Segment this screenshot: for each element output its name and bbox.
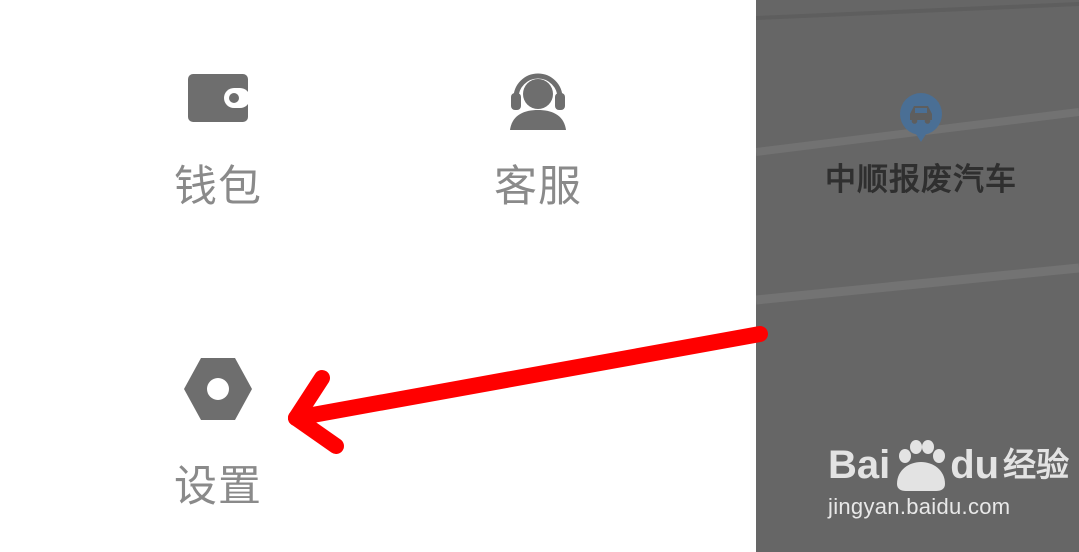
menu-item-settings[interactable]: 设置: [138, 356, 298, 512]
menu-item-customer-service[interactable]: 客服: [458, 66, 618, 212]
headset-icon: [510, 73, 566, 130]
car-location-pin-icon: [900, 93, 942, 142]
baidu-jingyan-watermark: Bai du 经验 jingyan.baidu.com: [828, 438, 1078, 520]
dimmed-map-overlay[interactable]: 中顺报废汽车 Bai du 经验 jingyan.baidu.com: [756, 0, 1079, 552]
wallet-icon: [188, 74, 250, 122]
watermark-brand-left: Bai: [828, 443, 891, 487]
settings-nut-icon: [184, 358, 252, 420]
map-poi-marker[interactable]: 中顺报废汽车: [816, 92, 1026, 199]
watermark-brand-right: du: [950, 443, 1000, 487]
app-screen: 钱包 客服 设置 中顺报废汽车 Bai du 经验 jingyan.baidu.…: [0, 0, 1079, 552]
baidu-paw-icon: [897, 440, 946, 491]
menu-label-customer-service: 客服: [494, 162, 582, 212]
watermark-product: 经验: [1003, 445, 1070, 484]
menu-label-settings: 设置: [174, 462, 262, 512]
poi-label: 中顺报废汽车: [825, 162, 1017, 198]
watermark-url: jingyan.baidu.com: [828, 494, 1011, 519]
menu-item-wallet[interactable]: 钱包: [138, 66, 298, 212]
side-drawer-menu: 钱包 客服 设置: [0, 0, 756, 552]
menu-label-wallet: 钱包: [174, 162, 262, 212]
